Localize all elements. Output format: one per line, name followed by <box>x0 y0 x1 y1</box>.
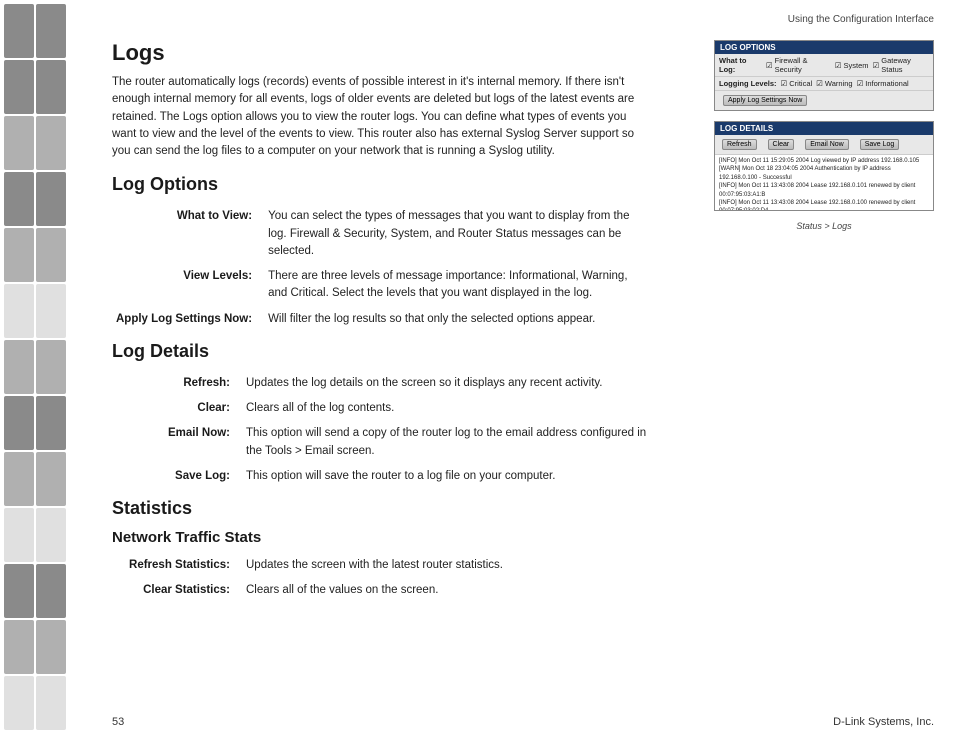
grid-cell <box>68 452 98 506</box>
refresh-stats-value: Updates the screen with the latest route… <box>242 554 652 579</box>
grid-cell <box>36 284 66 338</box>
intro-paragraph: The router automatically logs (records) … <box>112 74 652 160</box>
grid-cell <box>68 228 98 282</box>
grid-cell <box>36 676 66 730</box>
grid-cell <box>36 564 66 618</box>
log-options-table: What to View: You can select the types o… <box>112 205 652 333</box>
grid-cell <box>68 284 98 338</box>
what-to-view-row: What to View: You can select the types o… <box>112 205 652 265</box>
grid-cell <box>36 116 66 170</box>
view-levels-label: View Levels: <box>112 265 264 308</box>
grid-cell <box>36 60 66 114</box>
grid-cell <box>68 676 98 730</box>
page-number: 53 <box>112 716 124 728</box>
grid-cell <box>36 396 66 450</box>
grid-cell <box>36 4 66 58</box>
grid-cell <box>4 60 34 114</box>
apply-settings-row: Apply Log Settings Now: Will filter the … <box>112 308 652 333</box>
clear-stats-value: Clears all of the values on the screen. <box>242 579 652 604</box>
grid-cell <box>4 340 34 394</box>
network-traffic-title: Network Traffic Stats <box>112 529 934 546</box>
refresh-row: Refresh: Updates the log details on the … <box>112 372 652 397</box>
grid-cell <box>68 116 98 170</box>
apply-settings-label: Apply Log Settings Now: <box>112 308 264 333</box>
grid-cell <box>68 508 98 562</box>
grid-cell <box>4 4 34 58</box>
clear-stats-label: Clear Statistics: <box>112 579 242 604</box>
statistics-table: Refresh Statistics: Updates the screen w… <box>112 554 652 605</box>
refresh-stats-label: Refresh Statistics: <box>112 554 242 579</box>
refresh-label: Refresh: <box>112 372 242 397</box>
grid-cell <box>68 60 98 114</box>
grid-cell <box>4 116 34 170</box>
clear-row: Clear: Clears all of the log contents. <box>112 397 652 422</box>
grid-cell <box>4 228 34 282</box>
grid-cell <box>4 620 34 674</box>
clear-label: Clear: <box>112 397 242 422</box>
log-details-table: Refresh: Updates the log details on the … <box>112 372 652 490</box>
grid-cell <box>36 452 66 506</box>
what-to-view-label: What to View: <box>112 205 264 265</box>
grid-cell <box>4 452 34 506</box>
clear-value: Clears all of the log contents. <box>242 397 652 422</box>
grid-cell <box>68 4 98 58</box>
what-to-view-value: You can select the types of messages tha… <box>264 205 652 265</box>
page-title: Logs <box>112 40 934 66</box>
grid-cell <box>4 676 34 730</box>
chapter-title: Using the Configuration Interface <box>788 14 934 25</box>
grid-cell <box>68 340 98 394</box>
grid-cell <box>36 620 66 674</box>
grid-cell <box>4 508 34 562</box>
grid-cell <box>36 340 66 394</box>
statistics-title: Statistics <box>112 498 934 519</box>
email-now-value: This option will send a copy of the rout… <box>242 422 652 465</box>
grid-cell <box>68 620 98 674</box>
main-content: Logs The router automatically logs (reco… <box>112 40 934 708</box>
clear-stats-row: Clear Statistics: Clears all of the valu… <box>112 579 652 604</box>
apply-settings-value: Will filter the log results so that only… <box>264 308 652 333</box>
view-levels-value: There are three levels of message import… <box>264 265 652 308</box>
grid-cell <box>68 564 98 618</box>
grid-cell <box>36 172 66 226</box>
email-now-label: Email Now: <box>112 422 242 465</box>
email-now-row: Email Now: This option will send a copy … <box>112 422 652 465</box>
grid-cell <box>4 172 34 226</box>
save-log-label: Save Log: <box>112 465 242 490</box>
view-levels-row: View Levels: There are three levels of m… <box>112 265 652 308</box>
left-decorative-grid <box>0 0 100 738</box>
grid-cell <box>4 284 34 338</box>
grid-cell <box>4 564 34 618</box>
log-details-title: Log Details <box>112 341 934 362</box>
refresh-stats-row: Refresh Statistics: Updates the screen w… <box>112 554 652 579</box>
save-log-row: Save Log: This option will save the rout… <box>112 465 652 490</box>
grid-cell <box>4 396 34 450</box>
grid-cell <box>36 228 66 282</box>
grid-cell <box>68 396 98 450</box>
footer: 53 D-Link Systems, Inc. <box>112 716 934 728</box>
refresh-value: Updates the log details on the screen so… <box>242 372 652 397</box>
log-options-title: Log Options <box>112 174 934 195</box>
grid-cell <box>68 172 98 226</box>
company-name: D-Link Systems, Inc. <box>833 716 934 728</box>
save-log-value: This option will save the router to a lo… <box>242 465 652 490</box>
grid-cell <box>36 508 66 562</box>
